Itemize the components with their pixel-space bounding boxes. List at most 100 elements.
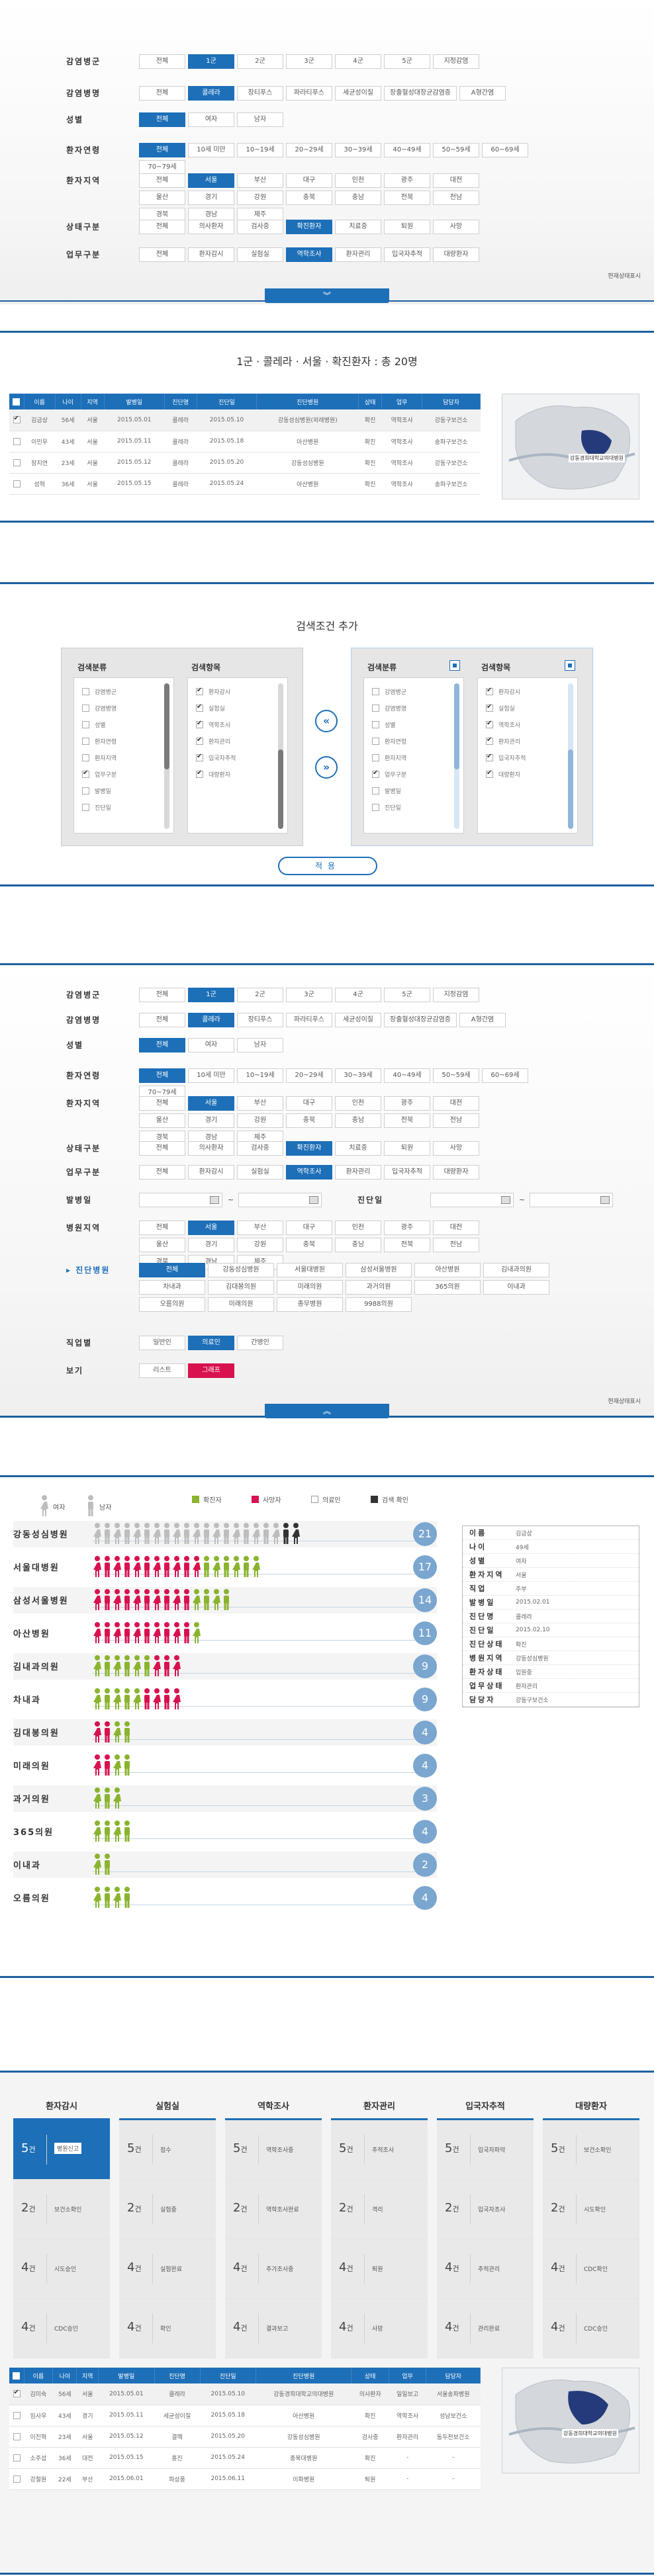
work-option[interactable]: 환자관리 xyxy=(335,247,381,262)
status-option[interactable]: 퇴원 xyxy=(384,220,430,234)
result-row-checkbox[interactable] xyxy=(13,480,21,488)
person-icon[interactable] xyxy=(182,1522,191,1545)
summary-row-checkbox[interactable] xyxy=(13,2432,21,2440)
hospital-option[interactable]: 김내과의원 xyxy=(483,1263,549,1277)
right-item-checkbox[interactable] xyxy=(486,703,493,712)
hospital-row[interactable]: 서울대병원 17 xyxy=(13,1554,437,1580)
right-item-item[interactable]: 환자관리 xyxy=(486,733,577,750)
hospital-row[interactable]: 김내과의원 9 xyxy=(13,1653,437,1680)
person-icon[interactable] xyxy=(172,1588,181,1611)
person-icon[interactable] xyxy=(103,1588,112,1611)
age-option[interactable]: 10~19세 xyxy=(237,143,283,157)
left-category-checkbox[interactable] xyxy=(82,721,89,728)
left-item-checkbox[interactable] xyxy=(196,736,203,745)
right-item-checkbox[interactable] xyxy=(486,720,493,728)
person-icon[interactable] xyxy=(202,1522,211,1545)
left-item-checkbox[interactable] xyxy=(196,720,203,728)
region-2-option[interactable]: 대구 xyxy=(286,1096,332,1111)
left-item-item[interactable]: 실험실 xyxy=(196,700,287,716)
region-option[interactable]: 인천 xyxy=(335,173,381,188)
hospital-row[interactable]: 오름의원 4 xyxy=(13,1885,437,1911)
region-option[interactable]: 대구 xyxy=(286,173,332,188)
age-option[interactable]: 30~39세 xyxy=(335,143,381,157)
region-2-option[interactable]: 전체 xyxy=(139,1096,185,1111)
right-col2-select-all[interactable] xyxy=(565,660,575,671)
person-icon[interactable] xyxy=(122,1721,132,1743)
summary-card[interactable]: 2건 입국자조사 xyxy=(437,2180,534,2239)
person-icon[interactable] xyxy=(291,1522,301,1545)
gender-option[interactable]: 여자 xyxy=(188,112,234,127)
summary-select-all-checkbox[interactable] xyxy=(13,2372,21,2380)
person-icon[interactable] xyxy=(103,1853,112,1875)
left-category-checkbox[interactable] xyxy=(82,705,89,712)
right-category-item[interactable]: 감염병명 xyxy=(372,700,463,716)
person-icon[interactable] xyxy=(103,1688,112,1710)
collapse-toggle-button[interactable]: ︾ xyxy=(265,288,389,303)
left-category-checkbox[interactable] xyxy=(82,754,89,761)
summary-select-all-header[interactable] xyxy=(9,2368,24,2383)
left-category-checkbox[interactable] xyxy=(82,769,89,778)
person-icon[interactable] xyxy=(202,1555,211,1578)
status-2-option[interactable]: 치료중 xyxy=(335,1141,381,1156)
person-icon[interactable] xyxy=(162,1654,171,1677)
age-2-option[interactable]: 50~59세 xyxy=(433,1068,479,1083)
job-option[interactable]: 일반인 xyxy=(139,1336,185,1350)
left-category-item[interactable]: 감염병명 xyxy=(82,700,173,716)
right-category-checkbox[interactable] xyxy=(372,754,379,761)
infection-disease-2-option[interactable]: 장티푸스 xyxy=(237,1013,283,1027)
age-option[interactable]: 60~69세 xyxy=(482,143,528,157)
summary-card[interactable]: 2건 보건소확인 xyxy=(13,2180,110,2239)
right-col1-select-all[interactable] xyxy=(449,660,460,671)
person-icon[interactable] xyxy=(162,1522,171,1545)
person-icon[interactable] xyxy=(122,1754,132,1776)
view-option[interactable]: 리스트 xyxy=(139,1363,185,1378)
hospital-region-option[interactable]: 전북 xyxy=(384,1238,430,1252)
hospital-row[interactable]: 강동성심병원 21 xyxy=(13,1521,437,1547)
right-category-item[interactable]: 발병일 xyxy=(372,783,463,799)
right-category-checkbox[interactable] xyxy=(372,688,379,695)
work-2-option[interactable]: 입국자추적 xyxy=(384,1165,430,1180)
person-icon[interactable] xyxy=(103,1754,112,1776)
person-icon[interactable] xyxy=(162,1555,171,1578)
person-icon[interactable] xyxy=(172,1555,181,1578)
work-2-option[interactable]: 역학조사 xyxy=(286,1165,332,1180)
status-option[interactable]: 전체 xyxy=(139,220,185,234)
left-item-scrollbar[interactable] xyxy=(278,683,283,829)
person-icon[interactable] xyxy=(182,1588,191,1611)
infection-disease-2-option[interactable]: A형간염 xyxy=(459,1013,506,1027)
person-icon[interactable] xyxy=(103,1654,112,1677)
onset-start-date-input[interactable] xyxy=(139,1193,222,1207)
summary-card[interactable]: 2건 격리 xyxy=(331,2180,428,2239)
infection-disease-option[interactable]: 장출혈성대장균감염증 xyxy=(384,86,457,101)
right-category-checkbox[interactable] xyxy=(372,721,379,728)
infection-disease-option[interactable]: 세균성이질 xyxy=(335,86,381,101)
infection-disease-2-option[interactable]: 전체 xyxy=(139,1013,185,1027)
infection-group-2-option[interactable]: 3군 xyxy=(286,988,332,1002)
diag-end-date-input[interactable] xyxy=(530,1193,613,1207)
hospital-region-option[interactable]: 전남 xyxy=(433,1238,479,1252)
infection-group-2-option[interactable]: 1군 xyxy=(188,988,234,1002)
summary-row-checkbox[interactable] xyxy=(13,2454,21,2462)
left-category-item[interactable]: 업무구분 xyxy=(82,766,173,783)
right-category-checkbox[interactable] xyxy=(372,804,379,811)
status-option[interactable]: 확진환자 xyxy=(286,220,332,234)
region-option[interactable]: 서울 xyxy=(188,173,234,188)
person-icon[interactable] xyxy=(122,1886,132,1909)
right-category-checkbox[interactable] xyxy=(372,787,379,794)
age-option[interactable]: 10세 미만 xyxy=(188,143,234,157)
infection-disease-option[interactable]: 파라티푸스 xyxy=(286,86,332,101)
person-icon[interactable] xyxy=(142,1522,152,1545)
person-icon[interactable] xyxy=(212,1588,221,1611)
person-icon[interactable] xyxy=(113,1721,122,1743)
result-row[interactable]: 김금상56세서울2015.05.01콜레라2015.05.10강동성심병원(외래… xyxy=(9,409,481,431)
right-item-checkbox[interactable] xyxy=(486,769,493,778)
location-map[interactable]: 강동경희대학교의대병원 xyxy=(502,394,639,499)
left-item-item[interactable]: 역학조사 xyxy=(196,716,287,733)
summary-card[interactable]: 4건 CDC확인 xyxy=(543,2239,639,2299)
person-icon[interactable] xyxy=(142,1588,152,1611)
left-category-checkbox[interactable] xyxy=(82,688,89,695)
person-icon[interactable] xyxy=(261,1522,271,1545)
gender-2-option[interactable]: 전체 xyxy=(139,1038,185,1052)
age-option[interactable]: 50~59세 xyxy=(433,143,479,157)
person-icon[interactable] xyxy=(252,1555,261,1578)
